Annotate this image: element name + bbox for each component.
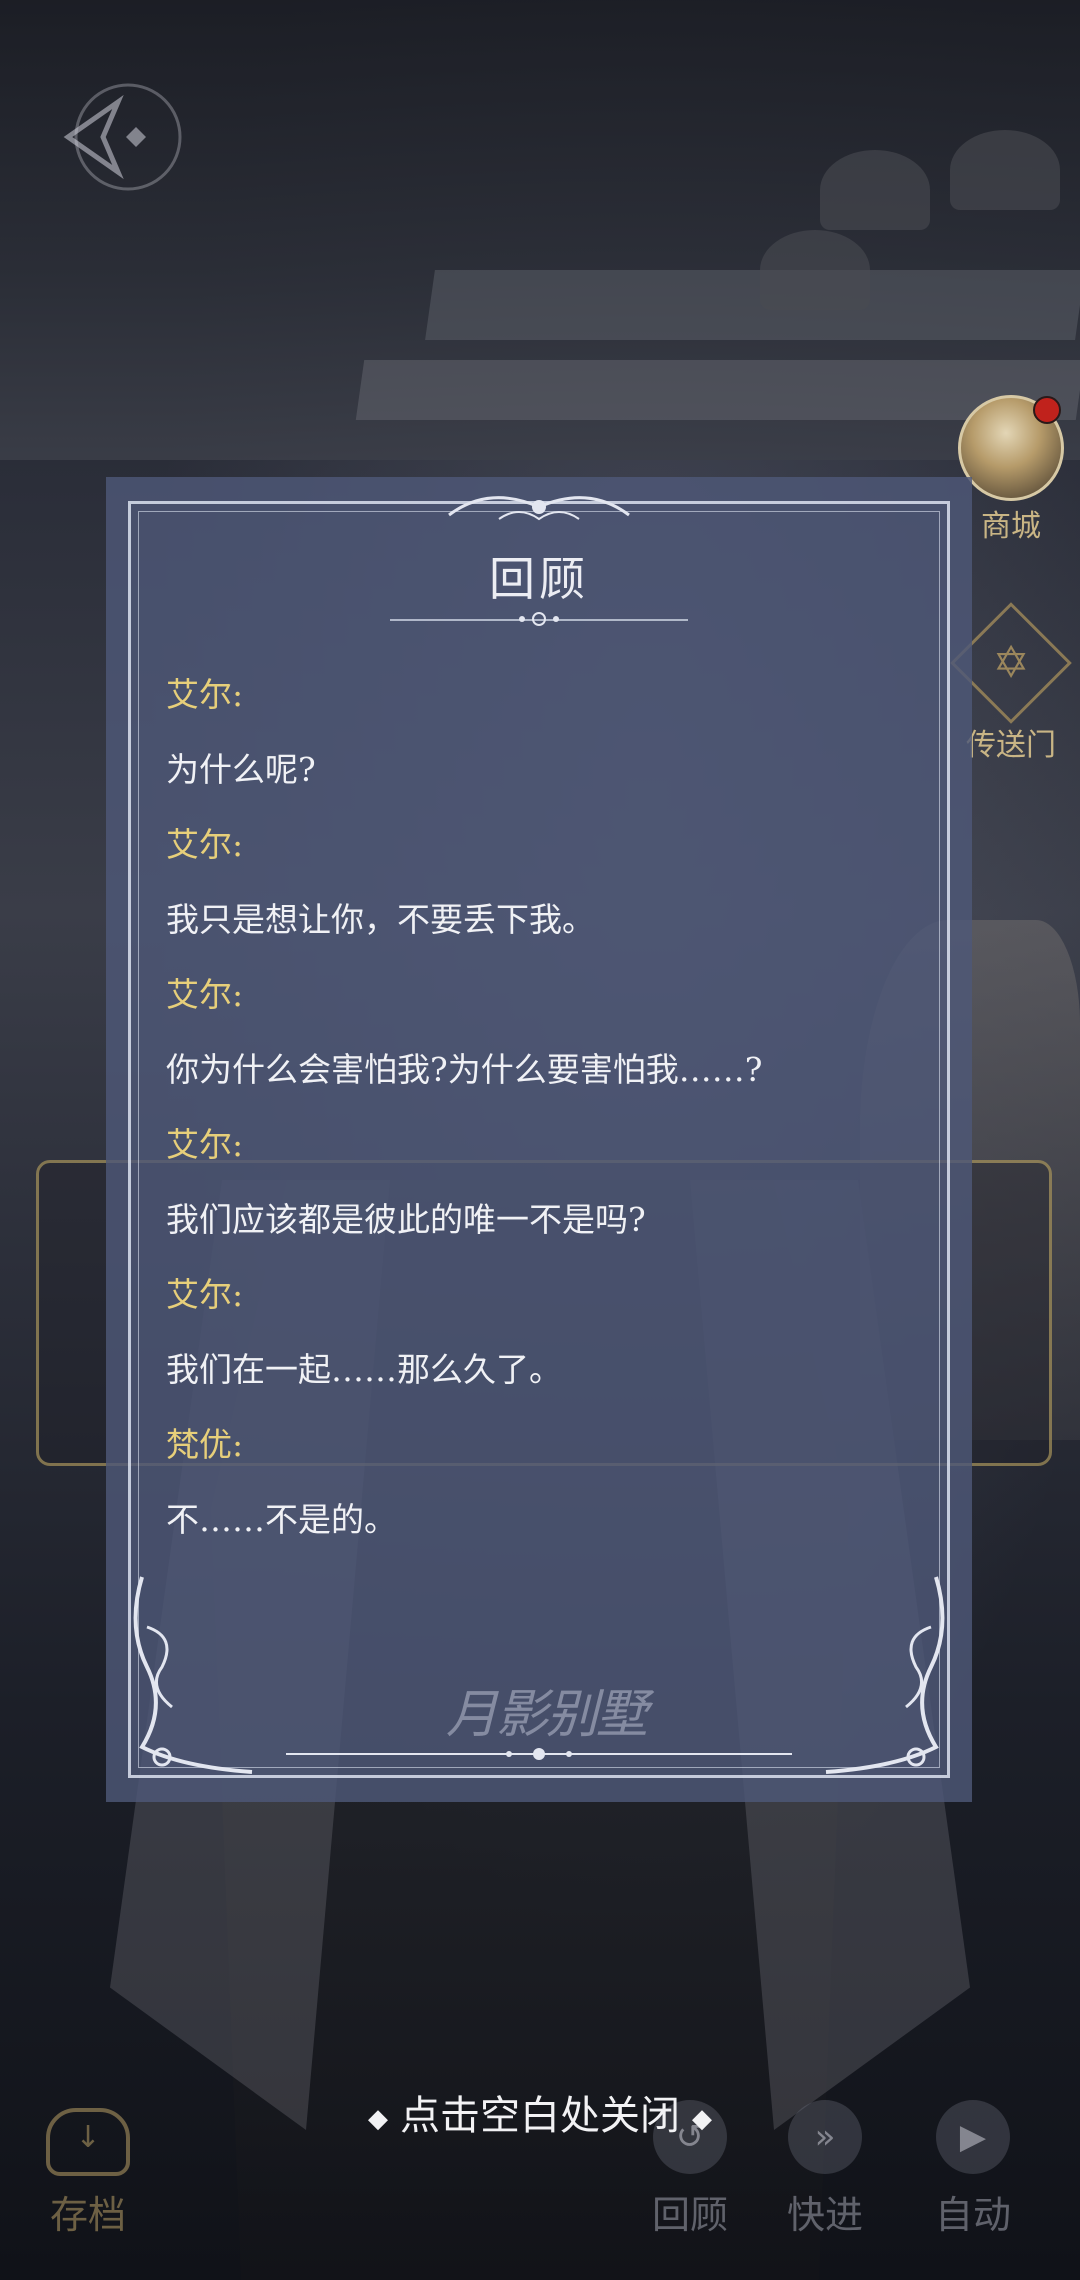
panel-title: 回顾: [489, 552, 589, 606]
chandelier-lamp: [950, 130, 1060, 210]
log-entry: 艾尔: 你为什么会害怕我?为什么要害怕我……?: [166, 957, 926, 1107]
chandelier-lamp: [760, 230, 870, 310]
diamond-icon: ◆: [692, 2104, 712, 2134]
save-label: 存档: [49, 2193, 126, 2237]
speaker-name: 艾尔:: [166, 1275, 244, 1314]
ceiling-beam: [425, 270, 1080, 340]
close-hint-text: 点击空白处关闭: [400, 2093, 680, 2139]
back-arrow-icon: [63, 83, 182, 191]
log-entry: 艾尔: 我只是想让你，不要丢下我。: [166, 807, 926, 957]
speaker-name: 艾尔:: [166, 825, 244, 864]
speaker-name: 艾尔:: [166, 975, 244, 1014]
chandelier-lamp: [820, 150, 930, 230]
portal-button[interactable]: 传送门: [950, 602, 1072, 764]
dialogue-line: 我们应该都是彼此的唯一不是吗?: [166, 1200, 646, 1239]
top-ornament: [448, 496, 630, 521]
dialogue-line: 我只是想让你，不要丢下我。: [166, 900, 595, 939]
auto-play-label: 自动: [934, 2193, 1011, 2237]
shop-button[interactable]: 商城: [956, 395, 1066, 545]
dialogue-line: 你为什么会害怕我?为什么要害怕我……?: [166, 1050, 763, 1089]
log-entry: 梵优: 不……不是的。: [166, 1407, 926, 1557]
fast-forward-label: 快进: [786, 2193, 863, 2237]
log-entry: 艾尔: 我们在一起……那么久了。: [166, 1257, 926, 1407]
dialogue-line: 为什么呢?: [166, 750, 316, 789]
bottom-left-ornament: [133, 1576, 253, 1774]
dialogue-line: 我们在一起……那么久了。: [166, 1350, 562, 1389]
speaker-name: 艾尔:: [166, 675, 244, 714]
shop-label: 商城: [981, 509, 1041, 544]
log-entry: 艾尔: 为什么呢?: [166, 657, 926, 807]
title-ornament: [519, 612, 559, 626]
review-label: 回顾: [651, 2193, 728, 2237]
review-panel: 回顾 艾尔: 为什么呢? 艾尔: 我只是想让你，不要丢下我。 艾尔: 你为什么会…: [106, 477, 972, 1802]
diamond-icon: ◆: [368, 2104, 388, 2134]
bottom-right-ornament: [825, 1576, 945, 1774]
notification-dot: [1033, 396, 1061, 424]
speaker-name: 艾尔:: [166, 1125, 244, 1164]
speaker-name: 梵优:: [166, 1425, 244, 1464]
portal-label: 传送门: [966, 728, 1056, 763]
log-entry: 艾尔: 我们应该都是彼此的唯一不是吗?: [166, 1107, 926, 1257]
review-log[interactable]: 艾尔: 为什么呢? 艾尔: 我只是想让你，不要丢下我。 艾尔: 你为什么会害怕我…: [166, 657, 926, 1557]
close-hint[interactable]: ◆ 点击空白处关闭 ◆: [0, 2083, 1080, 2141]
dialogue-line: 不……不是的。: [166, 1500, 397, 1539]
back-button[interactable]: [48, 82, 188, 192]
game-logo-watermark: 月影别墅: [446, 1685, 648, 1745]
shop-avatar-icon: [958, 395, 1064, 501]
